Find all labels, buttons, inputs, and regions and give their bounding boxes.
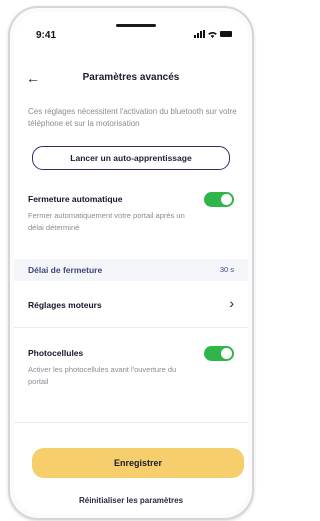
status-icons <box>194 30 232 38</box>
divider <box>14 422 248 423</box>
status-time: 9:41 <box>36 30 57 41</box>
auto-learn-button[interactable]: Lancer un auto-apprentissage <box>32 146 230 170</box>
photocells-toggle[interactable] <box>204 346 234 361</box>
signal-icon <box>194 30 205 38</box>
close-delay-row[interactable]: Délai de fermeture 30 s <box>14 259 248 281</box>
toggle-knob <box>221 348 232 359</box>
auto-close-title: Fermeture automatique <box>28 194 123 204</box>
auto-close-toggle[interactable] <box>204 192 234 207</box>
reset-settings-link[interactable]: Réinitialiser les paramètres <box>14 496 248 505</box>
divider <box>14 327 248 328</box>
save-button[interactable]: Enregistrer <box>32 448 244 478</box>
screen: 9:41 ← Paramètres avancés Ces réglages n… <box>14 12 248 514</box>
notch <box>116 24 156 27</box>
battery-icon <box>220 31 232 37</box>
motor-settings-row[interactable]: Réglages moteurs › <box>14 294 248 316</box>
status-bar: 9:41 <box>14 12 248 52</box>
auto-close-description: Fermer automatiquement votre portail apr… <box>28 211 185 232</box>
photocells-description: Activer les photocellules avant l'ouvert… <box>28 365 177 386</box>
photocells-title: Photocellules <box>28 348 84 358</box>
motor-settings-label: Réglages moteurs <box>28 300 102 310</box>
toggle-knob <box>221 194 232 205</box>
bluetooth-notice: Ces réglages nécessitent l'activation du… <box>28 107 237 128</box>
wifi-icon <box>208 31 217 38</box>
page-title: Paramètres avancés <box>82 72 180 83</box>
chevron-right-icon: › <box>229 295 234 311</box>
close-delay-value: 30 s <box>219 265 234 274</box>
phone-frame: 9:41 ← Paramètres avancés Ces réglages n… <box>8 6 254 520</box>
close-delay-label: Délai de fermeture <box>28 265 103 275</box>
nav-bar: ← Paramètres avancés <box>14 70 248 90</box>
